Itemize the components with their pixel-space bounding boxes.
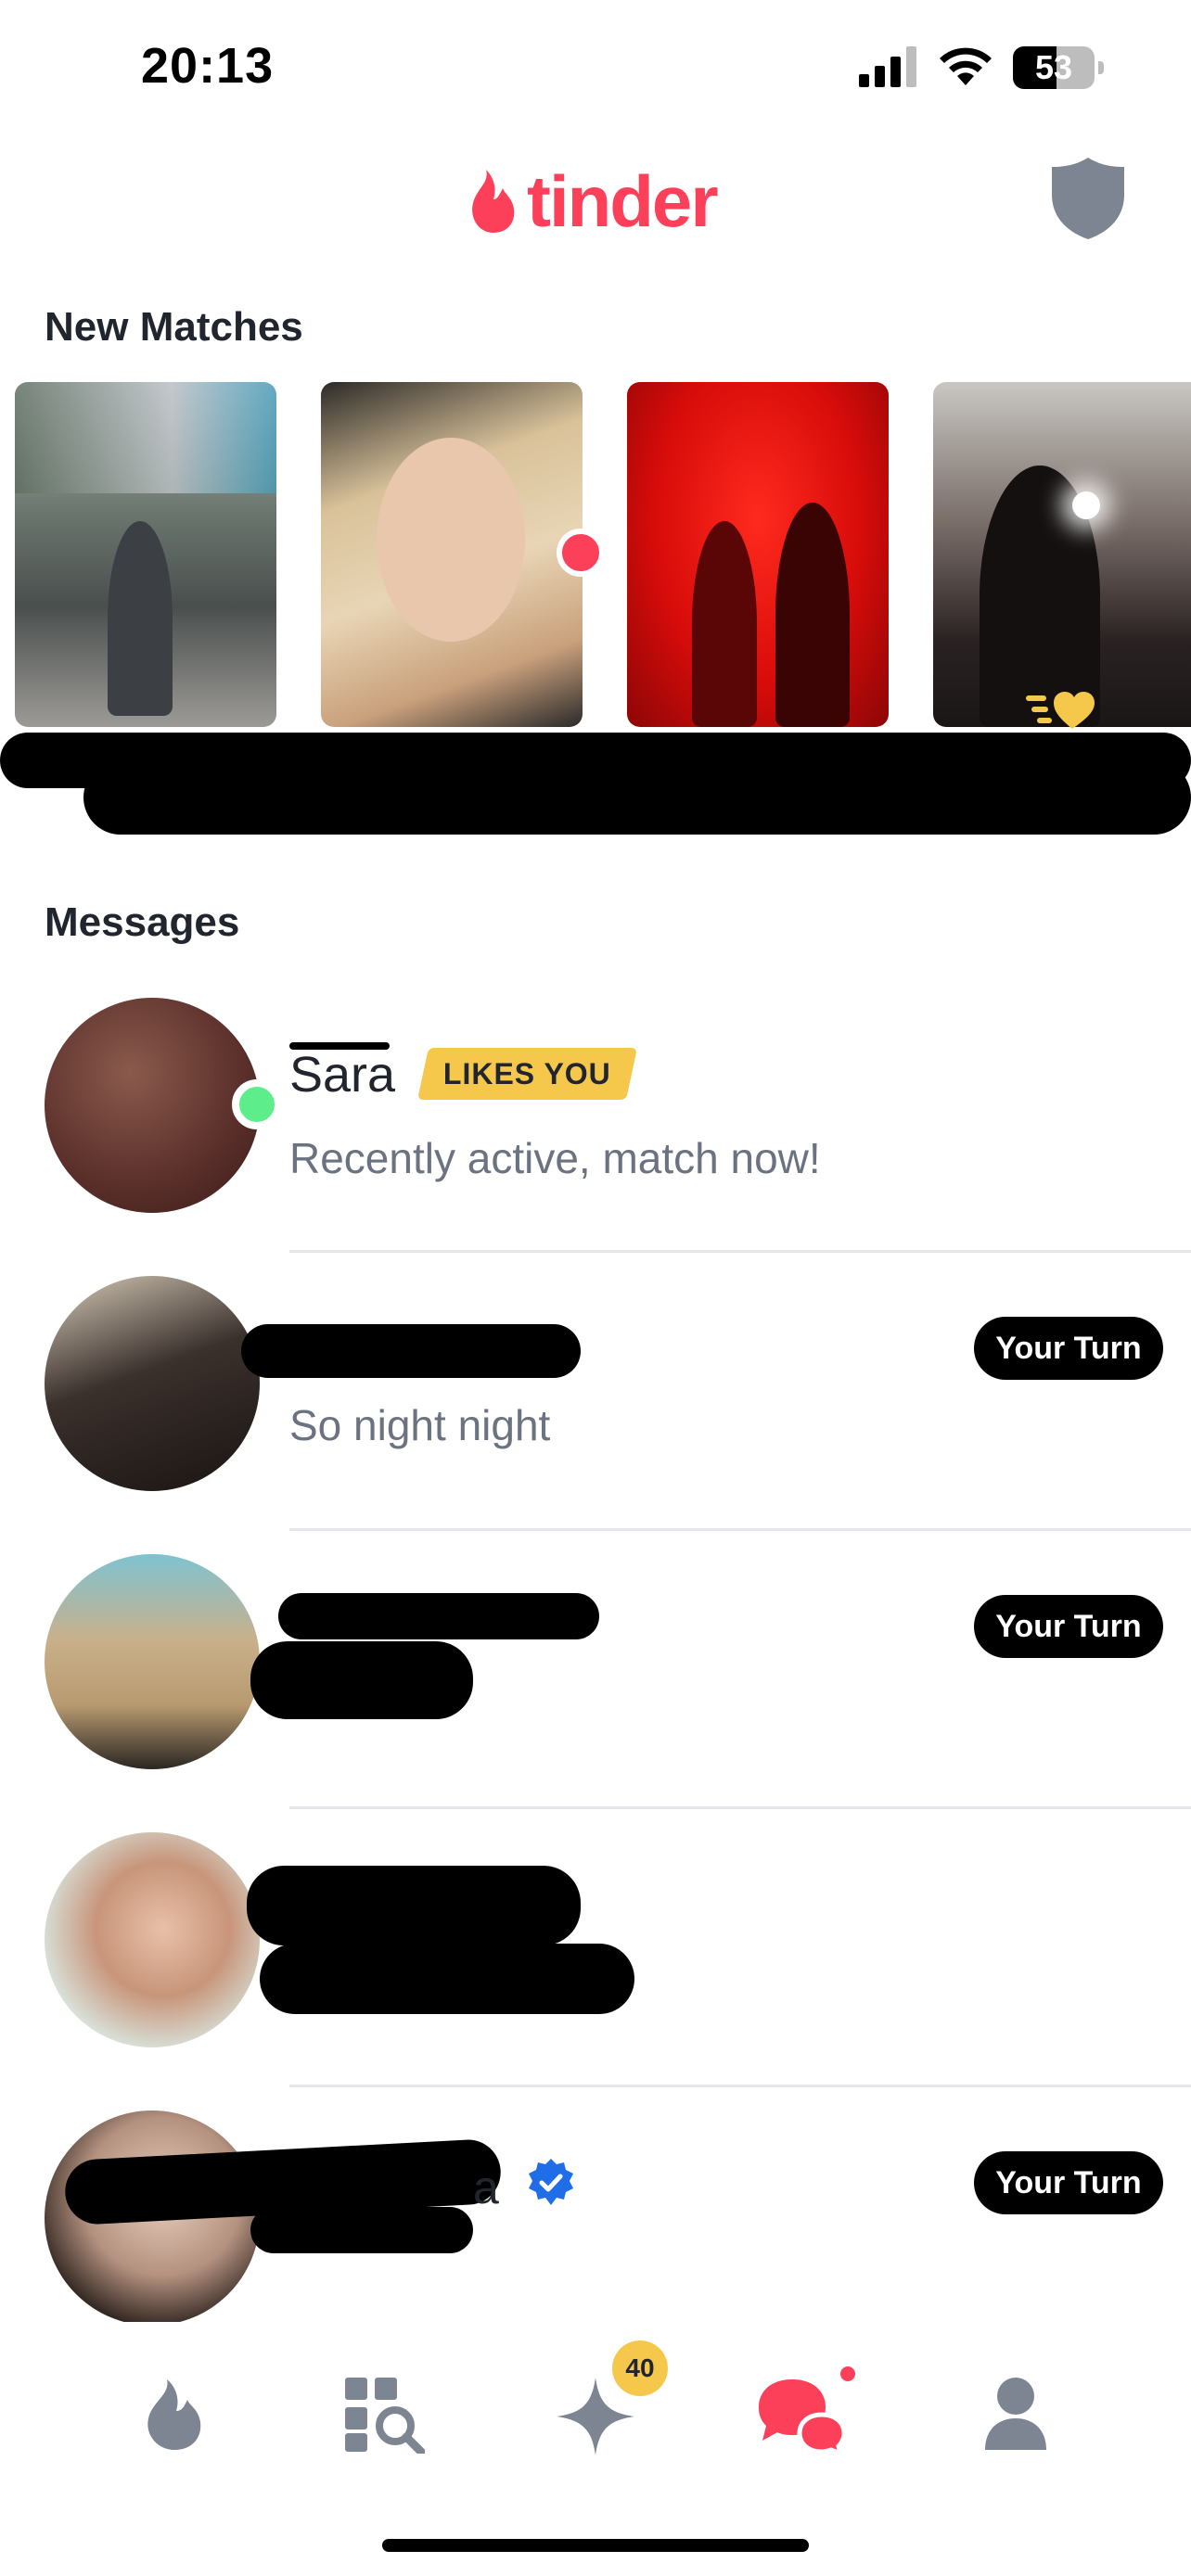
chat-icon[interactable] bbox=[757, 2376, 848, 2454]
flame-icon[interactable] bbox=[139, 2376, 210, 2454]
redaction-mark bbox=[247, 1866, 581, 1945]
match-card[interactable] bbox=[15, 382, 276, 727]
divider bbox=[289, 1528, 1191, 1531]
sparkle-count-badge: 40 bbox=[612, 2340, 668, 2396]
logo-text: tinder bbox=[527, 160, 719, 242]
battery-indicator: 53 bbox=[1013, 46, 1106, 89]
message-name[interactable]: Sara bbox=[289, 1046, 395, 1103]
online-indicator bbox=[232, 1079, 282, 1129]
avatar[interactable] bbox=[45, 1276, 260, 1491]
match-card[interactable] bbox=[933, 382, 1191, 727]
your-turn-badge[interactable]: Your Turn bbox=[974, 2151, 1163, 2214]
divider bbox=[289, 1250, 1191, 1253]
likes-you-badge: LIKES YOU bbox=[417, 1048, 637, 1100]
profile-icon[interactable] bbox=[983, 2376, 1048, 2454]
explore-icon[interactable] bbox=[343, 2376, 425, 2454]
super-like-heart-icon bbox=[1026, 692, 1095, 729]
wifi-icon bbox=[940, 47, 992, 85]
redaction-mark bbox=[289, 1042, 390, 1050]
divider bbox=[289, 1806, 1191, 1809]
new-matches-title: New Matches bbox=[45, 304, 303, 350]
match-card[interactable] bbox=[321, 382, 583, 727]
your-turn-badge[interactable]: Your Turn bbox=[974, 1595, 1163, 1658]
message-name-tail: a bbox=[473, 2162, 499, 2213]
messages-title: Messages bbox=[45, 899, 240, 945]
redaction-mark bbox=[83, 760, 1191, 835]
redaction-mark bbox=[278, 1593, 599, 1639]
redaction-mark bbox=[260, 1944, 634, 2014]
battery-percent: 53 bbox=[1034, 48, 1073, 86]
chat-notification-dot bbox=[840, 2366, 855, 2381]
flame-logo-icon bbox=[472, 170, 515, 233]
redaction-mark bbox=[250, 1641, 473, 1719]
message-preview: So night night bbox=[289, 1401, 551, 1449]
safety-shield-icon[interactable] bbox=[1050, 156, 1126, 241]
verified-badge-icon bbox=[529, 2159, 573, 2205]
tinder-logo[interactable]: tinder bbox=[466, 159, 719, 243]
your-turn-badge[interactable]: Your Turn bbox=[974, 1317, 1163, 1380]
avatar[interactable] bbox=[45, 1554, 260, 1769]
redaction-mark bbox=[241, 1324, 581, 1378]
divider bbox=[289, 2085, 1191, 2087]
home-indicator[interactable] bbox=[382, 2539, 809, 2552]
message-preview: Recently active, match now! bbox=[289, 1134, 821, 1182]
redaction-mark bbox=[250, 2207, 473, 2253]
status-time: 20:13 bbox=[141, 38, 275, 94]
avatar[interactable] bbox=[45, 998, 260, 1213]
cellular-signal-icon bbox=[859, 46, 916, 87]
unread-match-dot bbox=[557, 529, 605, 577]
match-card[interactable] bbox=[627, 382, 889, 727]
avatar[interactable] bbox=[45, 1832, 260, 2047]
